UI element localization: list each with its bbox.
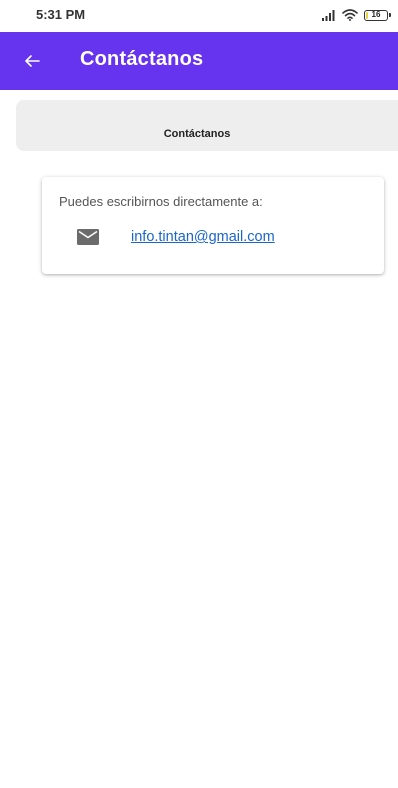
battery-fill — [366, 11, 368, 19]
arrow-back-icon[interactable] — [20, 49, 44, 73]
contact-intro-text: Puedes escribirnos directamente a: — [59, 194, 263, 209]
wifi-icon — [342, 9, 358, 21]
signal-icon — [322, 9, 335, 21]
mail-icon — [77, 229, 99, 245]
page-title: Contáctanos — [80, 48, 204, 70]
section-title: Contáctanos — [163, 128, 231, 140]
status-bar: 5:31 PM 16 — [0, 0, 398, 32]
email-link[interactable]: info.tintan@gmail.com — [131, 229, 275, 245]
status-time: 5:31 PM — [36, 7, 86, 22]
battery-icon: 16 — [364, 9, 391, 21]
status-icons: 16 — [322, 7, 391, 23]
battery-level: 16 — [371, 10, 381, 19]
app-bar: Contáctanos — [0, 32, 398, 90]
contact-screen: 5:31 PM 16 Contáctanos Contáctanos Puede… — [0, 0, 398, 788]
section-header: Contáctanos — [16, 100, 398, 151]
contact-card: Puedes escribirnos directamente a: info.… — [42, 177, 384, 274]
